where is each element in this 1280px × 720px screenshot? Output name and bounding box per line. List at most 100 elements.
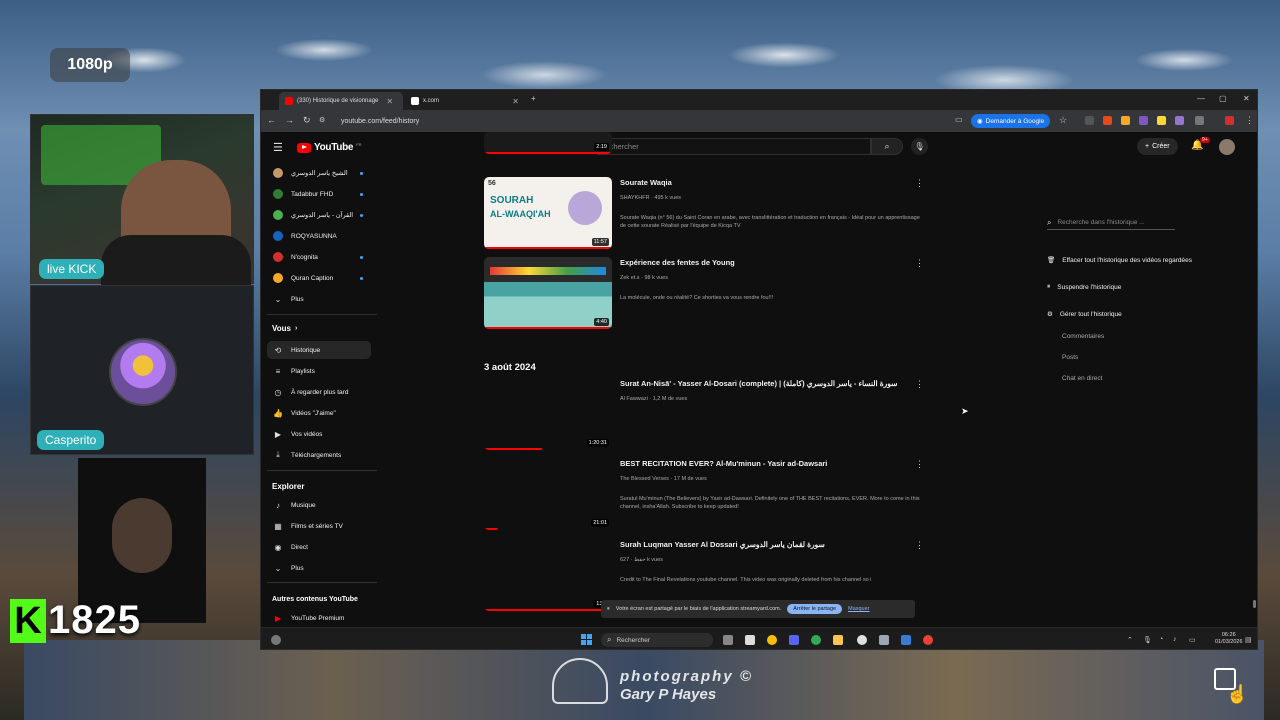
mic-tray-icon[interactable]: 🎙 — [1143, 636, 1152, 644]
you-heading[interactable]: Vous › — [272, 324, 297, 333]
taskbar-clock[interactable]: 06:26 01/03/2026 — [1215, 632, 1243, 646]
pause-history-button[interactable]: ⏸ Suspendre l'historique — [1047, 283, 1121, 291]
site-info-icon[interactable]: ⚙ — [319, 116, 325, 124]
tradingview-icon[interactable] — [745, 635, 755, 645]
extensions-puzzle-icon[interactable] — [1195, 116, 1204, 125]
video-title[interactable]: Surat An-Nisā' - Yasser Al-Dosari (compl… — [620, 379, 897, 388]
minimize-icon[interactable]: — — [1197, 94, 1205, 103]
video-meta[interactable]: Al Fawwazi · 1,2 M de vues — [620, 396, 687, 402]
sidebar-item-youtube-premium[interactable]: ▶ YouTube Premium — [267, 609, 371, 627]
back-icon[interactable]: ← — [267, 115, 276, 125]
video-title[interactable]: Expérience des fentes de Young — [620, 258, 735, 267]
clear-history-button[interactable]: 🗑 Effacer tout l'historique des vidéos r… — [1047, 256, 1192, 265]
sidebar-subscription[interactable]: الشيخ ياسر الدوسري — [267, 164, 371, 182]
discord-icon[interactable] — [789, 635, 799, 645]
extension-icon[interactable] — [1085, 116, 1094, 125]
close-window-icon[interactable]: ✕ — [1243, 94, 1250, 103]
sidebar-item-liked-videos[interactable]: 👍 Vidéos "J'aime" — [267, 404, 371, 422]
tray-chevron-icon[interactable]: ⌃ — [1127, 636, 1133, 644]
close-tab-icon[interactable]: ✕ — [386, 97, 393, 106]
video-title[interactable]: BEST RECITATION EVER? Al-Mu'minun - Yasi… — [620, 459, 827, 468]
extension-icon[interactable] — [1157, 116, 1166, 125]
video-meta[interactable]: Zek et.s · 98 k vues — [620, 275, 668, 281]
scrollbar-thumb[interactable] — [1253, 600, 1256, 608]
video-thumbnail[interactable]: 4:40 — [484, 257, 612, 329]
notification-center-icon[interactable]: ▤ — [1245, 636, 1252, 644]
sidebar-subscription[interactable]: Quran Caption — [267, 269, 371, 287]
sidebar-item-downloads[interactable]: ⤓ Téléchargements — [267, 446, 371, 464]
reload-icon[interactable]: ↻ — [303, 115, 311, 126]
microphone-icon[interactable]: 🎙 — [911, 138, 928, 155]
sidebar-subscription[interactable]: القرآن - ياسر الدوسري — [267, 206, 371, 224]
video-thumbnail[interactable]: 56 SOURAH AL-WAAQI'AH 11:57 — [484, 177, 612, 249]
app-icon[interactable] — [857, 635, 867, 645]
sidebar-item-your-videos[interactable]: ▶ Vos vidéos — [267, 425, 371, 443]
chrome-active-icon[interactable] — [923, 635, 933, 645]
search-input[interactable]: Rechercher — [591, 138, 871, 155]
weather-icon[interactable] — [271, 635, 281, 645]
chrome-profile-icon[interactable] — [811, 635, 821, 645]
sidebar-subscription[interactable]: Tadabbur FHD — [267, 185, 371, 203]
video-thumbnail-partial[interactable]: 2:19 — [484, 132, 612, 154]
history-sub-comments[interactable]: Commentaires — [1062, 333, 1104, 340]
video-more-options-icon[interactable]: ⋮ — [915, 178, 924, 189]
video-meta[interactable]: حفظ · 627 k vues — [620, 557, 663, 563]
chrome-icon[interactable] — [767, 635, 777, 645]
sidebar-item-films[interactable]: ▦ Films et séries TV — [267, 517, 371, 535]
video-more-options-icon[interactable]: ⋮ — [915, 258, 924, 269]
file-explorer-icon[interactable] — [833, 635, 843, 645]
cast-icon[interactable]: ▭ — [955, 115, 963, 124]
video-thumbnail[interactable]: 21:01 — [484, 458, 612, 530]
url-field[interactable]: youtube.com/feed/history — [333, 114, 943, 128]
sidebar-subscription[interactable]: ROQYASUNNA — [267, 227, 371, 245]
video-title[interactable]: Surah Luqman Yasser Al Dossari سورة لقما… — [620, 540, 825, 549]
ask-google-button[interactable]: ◉ Demander à Google — [971, 114, 1051, 128]
extension-icon[interactable] — [1103, 116, 1112, 125]
extension-icon[interactable] — [1139, 116, 1148, 125]
maximize-icon[interactable]: ▢ — [1219, 94, 1227, 103]
history-sub-live-chat[interactable]: Chat en direct — [1062, 375, 1102, 382]
history-search-input[interactable]: ⌕ Recherche dans l'historique ... — [1047, 216, 1175, 230]
new-tab-icon[interactable]: + — [531, 94, 536, 103]
volume-icon[interactable]: ♪ — [1173, 636, 1177, 643]
sidebar-item-more[interactable]: ⌄ Plus — [267, 559, 371, 577]
task-view-icon[interactable] — [723, 635, 733, 645]
app-icon[interactable] — [901, 635, 911, 645]
sidebar-show-more[interactable]: ⌄ Plus — [267, 290, 371, 308]
settings-icon[interactable] — [879, 635, 889, 645]
tab-youtube-history[interactable]: (330) Historique de visionnage ✕ — [279, 92, 403, 110]
sidebar-item-history[interactable]: ⟲ Historique — [267, 341, 371, 359]
sidebar-item-watch-later[interactable]: ◷ À regarder plus tard — [267, 383, 371, 401]
video-more-options-icon[interactable]: ⋮ — [915, 540, 924, 551]
manage-history-button[interactable]: ⚙ Gérer tout l'historique — [1047, 310, 1122, 319]
video-more-options-icon[interactable]: ⋮ — [915, 459, 924, 470]
browser-menu-icon[interactable]: ⋮ — [1245, 115, 1254, 126]
tab-x[interactable]: x.com ✕ — [405, 92, 525, 110]
close-tab-icon[interactable]: ✕ — [512, 97, 519, 106]
sidebar-item-live[interactable]: ◉ Direct — [267, 538, 371, 556]
taskbar-search[interactable]: ⌕ Rechercher — [601, 633, 713, 647]
extension-icon[interactable] — [1175, 116, 1184, 125]
youtube-logo[interactable]: YouTube FR — [297, 142, 362, 153]
battery-icon[interactable]: ▭ — [1189, 636, 1196, 644]
sidebar-subscription[interactable]: N'cognita — [267, 248, 371, 266]
forward-icon[interactable]: → — [285, 115, 294, 125]
bookmark-star-icon[interactable]: ☆ — [1059, 115, 1067, 126]
create-button[interactable]: + Créer — [1137, 138, 1178, 155]
history-sub-posts[interactable]: Posts — [1062, 354, 1078, 361]
hamburger-menu-icon[interactable]: ☰ — [273, 141, 283, 154]
hide-banner-button[interactable]: Masquer — [848, 606, 869, 612]
video-more-options-icon[interactable]: ⋮ — [915, 379, 924, 390]
search-icon[interactable]: ⌕ — [871, 138, 903, 155]
video-meta[interactable]: SHAYKHFR · 495 k vues — [620, 195, 681, 201]
video-thumbnail[interactable]: 1:20:31 — [484, 378, 612, 450]
profile-icon[interactable] — [1225, 116, 1234, 125]
stop-sharing-button[interactable]: Arrêter le partage — [787, 604, 843, 614]
windows-start-icon[interactable] — [581, 634, 592, 645]
sidebar-item-playlists[interactable]: ≡ Playlists — [267, 362, 371, 380]
video-title[interactable]: Sourate Waqia — [620, 178, 672, 187]
video-meta[interactable]: The Blessed Verses · 17 M de vues — [620, 476, 707, 482]
extension-icon[interactable] — [1121, 116, 1130, 125]
sidebar-item-music[interactable]: ♪ Musique — [267, 496, 371, 514]
wifi-icon[interactable]: ◔ — [1159, 636, 1163, 643]
